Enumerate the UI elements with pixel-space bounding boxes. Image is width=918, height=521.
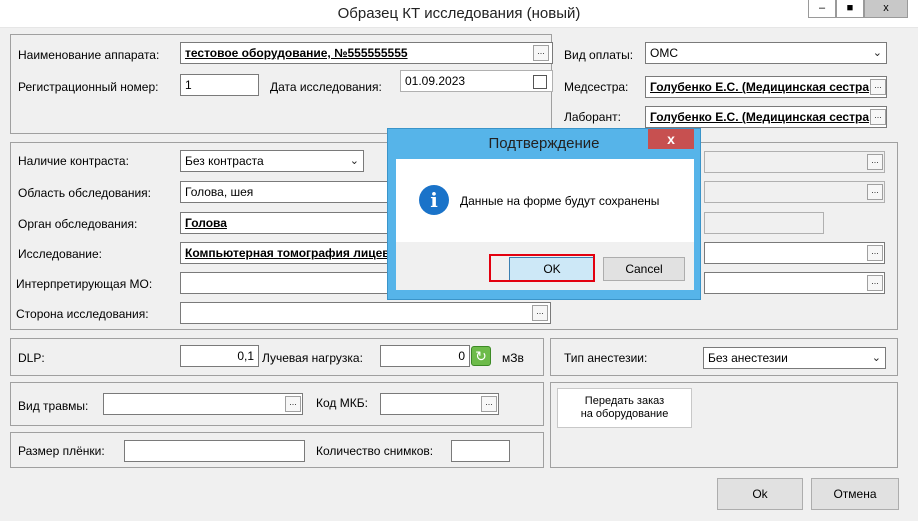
study-date-input[interactable]: 01.09.2023	[400, 70, 553, 92]
device-name-lookup-button[interactable]: ...	[533, 45, 549, 61]
chevron-down-icon: ⌄	[871, 352, 881, 364]
organ-label: Орган обследования:	[18, 217, 138, 231]
right-field-3	[704, 212, 824, 234]
nurse-label: Медсестра:	[564, 80, 629, 94]
dialog-body: i Данные на форме будут сохранены	[396, 159, 694, 242]
trauma-lookup-button[interactable]: ...	[285, 396, 301, 412]
chevron-down-icon: ⌄	[349, 155, 359, 167]
device-name-label: Наименование аппарата:	[18, 48, 160, 62]
load-label: Лучевая нагрузка:	[262, 351, 363, 365]
side-label: Сторона исследования:	[16, 307, 149, 321]
side-input[interactable]	[180, 302, 551, 324]
send-order-line1: Передать заказ	[584, 395, 665, 407]
cancel-button[interactable]: Отмена	[811, 478, 899, 510]
anesthesia-label: Тип анестезии:	[564, 351, 648, 365]
film-count-label: Количество снимков:	[316, 444, 434, 458]
confirm-dialog: Подтверждение x i Данные на форме будут …	[387, 128, 701, 300]
area-label: Область обследования:	[18, 186, 152, 200]
organ-input[interactable]: Голова	[180, 212, 390, 234]
right-field-2	[704, 181, 885, 203]
study-date-label: Дата исследования:	[270, 80, 382, 94]
reg-number-label: Регистрационный номер:	[18, 80, 159, 94]
send-order-button[interactable]: Передать заказ на оборудование	[557, 388, 692, 428]
right-field-5[interactable]	[704, 272, 885, 294]
payment-label: Вид оплаты:	[564, 48, 634, 62]
trauma-label: Вид травмы:	[18, 399, 89, 413]
mo-label: Интерпретирующая МО:	[16, 277, 153, 291]
mo-input[interactable]	[180, 272, 390, 294]
dose-unit-label: мЗв	[502, 351, 524, 365]
anesthesia-value: Без анестезии	[708, 351, 788, 365]
right-field-4[interactable]	[704, 242, 885, 264]
chevron-down-icon: ⌄	[872, 47, 882, 59]
film-size-input[interactable]	[124, 440, 305, 462]
contrast-select[interactable]: Без контраста ⌄	[180, 150, 364, 172]
film-size-label: Размер плёнки:	[18, 444, 105, 458]
dlp-label: DLP:	[18, 351, 45, 365]
side-lookup-button[interactable]: ...	[532, 305, 548, 321]
dialog-footer: OK Cancel	[396, 242, 694, 290]
dialog-cancel-button[interactable]: Cancel	[603, 257, 685, 281]
right-field-5-lookup-button[interactable]: ...	[867, 275, 883, 291]
close-button[interactable]: x	[864, 0, 908, 18]
lab-lookup-button[interactable]: ...	[870, 109, 886, 125]
dialog-message: Данные на форме будут сохранены	[460, 194, 660, 208]
info-icon: i	[419, 185, 449, 215]
load-input[interactable]: 0	[380, 345, 470, 367]
payment-select[interactable]: ОМС ⌄	[645, 42, 887, 64]
film-count-input[interactable]	[451, 440, 510, 462]
study-date-checkbox[interactable]	[533, 75, 547, 89]
right-field-1-lookup-button: ...	[867, 154, 883, 170]
ok-button[interactable]: Ok	[717, 478, 803, 510]
nurse-lookup-button[interactable]: ...	[870, 79, 886, 95]
window-title: Образец КТ исследования (новый)	[337, 5, 581, 22]
minimize-button[interactable]: –	[808, 0, 836, 18]
dialog-close-button[interactable]: x	[648, 129, 694, 149]
dlp-input[interactable]: 0,1	[180, 345, 259, 367]
area-input[interactable]: Голова, шея	[180, 181, 390, 203]
study-label: Исследование:	[18, 247, 102, 261]
send-order-line2: на оборудование	[580, 408, 669, 420]
dialog-ok-button[interactable]: OK	[509, 257, 595, 281]
trauma-input[interactable]	[103, 393, 303, 415]
contrast-value: Без контраста	[185, 154, 264, 168]
mkb-lookup-button[interactable]: ...	[481, 396, 497, 412]
right-field-2-lookup-button: ...	[867, 184, 883, 200]
lab-input[interactable]: Голубенко Е.С. (Медицинская сестра	[645, 106, 887, 128]
lab-label: Лаборант:	[564, 110, 621, 124]
payment-value: ОМС	[650, 46, 678, 60]
right-field-1	[704, 151, 885, 173]
right-field-4-lookup-button[interactable]: ...	[867, 245, 883, 261]
contrast-label: Наличие контраста:	[18, 154, 129, 168]
mkb-label: Код МКБ:	[316, 396, 368, 410]
main-window: Образец КТ исследования (новый) – ■ x На…	[0, 0, 918, 521]
refresh-icon[interactable]: ↻	[471, 346, 491, 366]
device-name-input[interactable]: тестовое оборудование, №555555555	[180, 42, 553, 64]
study-input[interactable]: Компьютерная томография лицево	[180, 242, 390, 264]
title-bar: Образец КТ исследования (новый) – ■ x	[0, 0, 918, 28]
nurse-input[interactable]: Голубенко Е.С. (Медицинская сестра	[645, 76, 887, 98]
maximize-button[interactable]: ■	[836, 0, 864, 18]
reg-number-input[interactable]: 1	[180, 74, 259, 96]
anesthesia-select[interactable]: Без анестезии ⌄	[703, 347, 886, 369]
